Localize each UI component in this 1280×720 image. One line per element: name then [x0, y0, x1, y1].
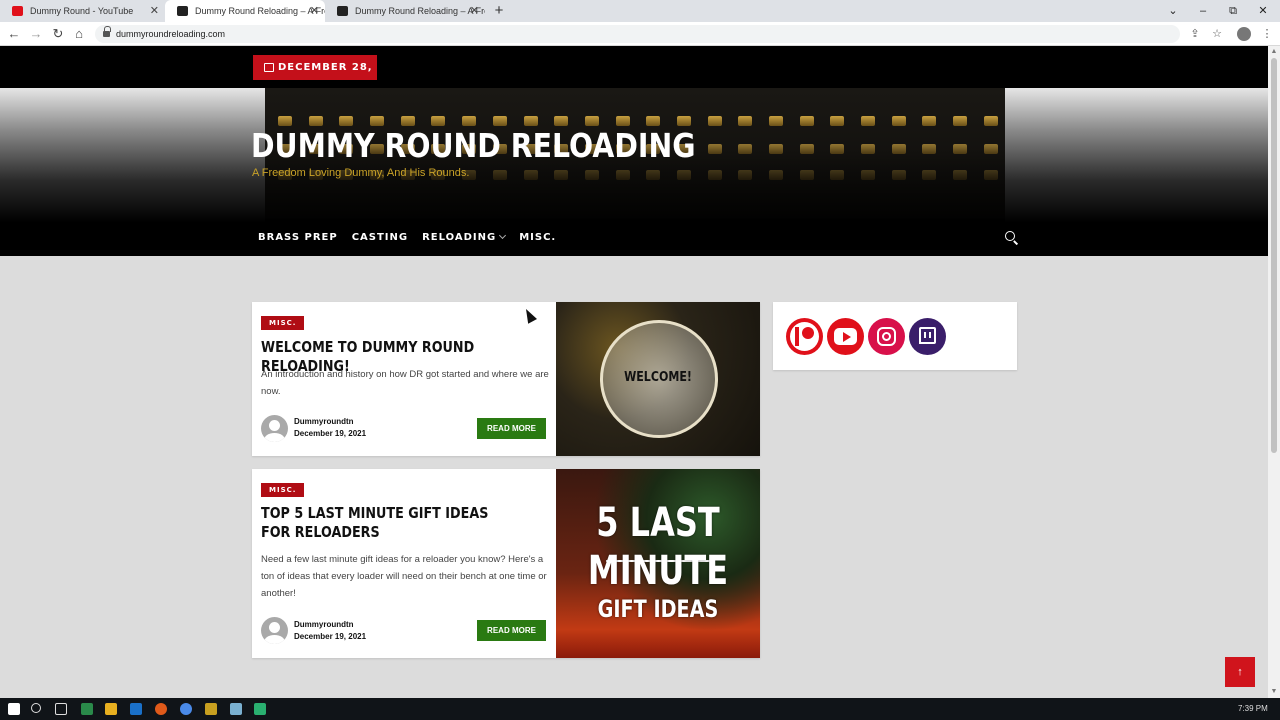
home-icon[interactable]: ⌂: [69, 22, 89, 46]
share-icon[interactable]: ⇪: [1186, 22, 1204, 46]
youtube-favicon-icon: [12, 6, 23, 16]
post-author[interactable]: Dummyroundtn: [294, 619, 354, 631]
site-top-bar: DECEMBER 28, 2021: [0, 46, 1268, 98]
task-view-icon[interactable]: [55, 703, 67, 715]
tab-youtube[interactable]: Dummy Round - YouTube ✕: [0, 0, 165, 22]
date-badge: DECEMBER 28, 2021: [253, 55, 377, 98]
nav-item-label: RELOADING: [422, 232, 497, 243]
reload-icon[interactable]: ↻: [48, 22, 68, 46]
chrome-icon[interactable]: [180, 703, 192, 715]
address-bar[interactable]: dummyroundreloading.com: [95, 25, 1180, 43]
firefox-icon[interactable]: [155, 703, 167, 715]
post-card: MISC. TOP 5 LAST MINUTE GIFT IDEAS FOR R…: [252, 469, 760, 658]
profile-avatar-icon[interactable]: [1237, 27, 1251, 41]
thumbnail-text: MINUTE: [587, 548, 729, 594]
post-date: December 19, 2021: [294, 429, 367, 438]
thumbnail-text: 5 LAST: [596, 500, 720, 546]
read-more-button[interactable]: READ MORE: [477, 620, 546, 641]
author-avatar: [261, 415, 288, 442]
browser-toolbar: ← → ↻ ⌂ dummyroundreloading.com ⇪ ☆ ⋮: [0, 22, 1280, 46]
restore-button[interactable]: ⧉: [1218, 0, 1248, 22]
category-badge[interactable]: MISC.: [261, 483, 305, 497]
app-icon[interactable]: [205, 703, 217, 715]
chevron-down-icon: [499, 231, 507, 240]
nav-item-brass-prep[interactable]: BRASS PREP: [258, 230, 338, 246]
new-tab-button[interactable]: +: [492, 0, 506, 22]
nav-item-reloading[interactable]: RELOADING: [422, 230, 507, 246]
tab-title: Dummy Round - YouTube: [30, 6, 134, 16]
windows-start-icon[interactable]: [8, 703, 20, 715]
post-date: December 19, 2021: [294, 632, 367, 641]
post-excerpt: An introduction and history on how DR go…: [261, 369, 549, 397]
app-icon[interactable]: [254, 703, 266, 715]
mail-icon[interactable]: [130, 703, 142, 715]
browser-tab-strip: Dummy Round - YouTube ✕ Dummy Round Relo…: [0, 0, 1280, 22]
app-icon[interactable]: [81, 703, 93, 715]
close-tab-icon[interactable]: ✕: [470, 0, 479, 22]
main-navigation: BRASS PREP CASTING RELOADING MISC.: [258, 230, 570, 246]
url-text: dummyroundreloading.com: [116, 29, 226, 39]
tab-dummy-round[interactable]: Dummy Round Reloading – A Fre ✕: [325, 0, 485, 22]
bookmark-star-icon[interactable]: ☆: [1208, 22, 1226, 46]
tab-search-button[interactable]: ⌄: [1158, 0, 1188, 22]
instagram-icon[interactable]: [868, 318, 905, 355]
brass-row-decoration: [278, 116, 998, 126]
more-menu-icon[interactable]: ⋮: [1258, 22, 1276, 46]
site-header: [0, 88, 1268, 256]
site-favicon-icon: [337, 6, 348, 16]
read-more-button[interactable]: READ MORE: [477, 418, 546, 439]
nav-item-misc[interactable]: MISC.: [519, 230, 556, 246]
back-to-top-button[interactable]: ↑: [1225, 657, 1255, 687]
post-title[interactable]: TOP 5 LAST MINUTE GIFT IDEAS FOR RELOADE…: [261, 504, 508, 542]
social-widget: [773, 302, 1017, 370]
post-thumbnail[interactable]: WELCOME!: [556, 302, 760, 456]
thumbnail-text: GIFT IDEAS: [597, 595, 719, 623]
file-explorer-icon[interactable]: [105, 703, 117, 715]
site-title[interactable]: DUMMY ROUND RELOADING: [251, 126, 696, 165]
page-scrollbar[interactable]: ▲ ▼: [1268, 46, 1280, 698]
post-card: MISC. WELCOME TO DUMMY ROUND RELOADING! …: [252, 302, 760, 456]
site-favicon-icon: [177, 6, 188, 16]
twitch-icon[interactable]: [909, 318, 946, 355]
scroll-up-icon[interactable]: ▲: [1268, 46, 1280, 58]
calendar-icon: [264, 63, 274, 72]
author-avatar: [261, 617, 288, 644]
post-excerpt: Need a few last minute gift ideas for a …: [261, 554, 547, 599]
taskbar-clock[interactable]: 7:39 PM: [1238, 698, 1268, 720]
close-tab-icon[interactable]: ✕: [150, 0, 159, 22]
thumbnail-text: WELCOME!: [624, 370, 692, 385]
lock-icon: [103, 26, 111, 38]
close-tab-icon[interactable]: ✕: [310, 0, 319, 22]
nav-item-casting[interactable]: CASTING: [352, 230, 408, 246]
youtube-icon[interactable]: [827, 318, 864, 355]
close-window-button[interactable]: ✕: [1248, 0, 1278, 22]
site-tagline: A Freedom Loving Dummy, And His Rounds.: [252, 167, 470, 179]
back-arrow-icon[interactable]: ←: [4, 22, 24, 46]
os-taskbar: 7:39 PM: [0, 698, 1280, 720]
patreon-icon[interactable]: [786, 318, 823, 355]
scroll-down-icon[interactable]: ▼: [1268, 686, 1280, 698]
tab-title: Dummy Round Reloading – A Fre: [355, 6, 485, 16]
app-icon[interactable]: [230, 703, 242, 715]
search-icon[interactable]: [31, 703, 41, 713]
forward-arrow-icon[interactable]: →: [26, 22, 46, 46]
category-badge[interactable]: MISC.: [261, 316, 305, 330]
post-author[interactable]: Dummyroundtn: [294, 416, 354, 428]
tab-dummy-round-active[interactable]: Dummy Round Reloading – A Fre ✕: [165, 0, 325, 22]
scrollbar-thumb[interactable]: [1271, 58, 1277, 453]
post-thumbnail[interactable]: 5 LAST MINUTE GIFT IDEAS: [556, 469, 760, 658]
search-icon[interactable]: [1005, 231, 1018, 244]
minimize-button[interactable]: –: [1188, 0, 1218, 22]
tab-title: Dummy Round Reloading – A Fre: [195, 6, 325, 16]
